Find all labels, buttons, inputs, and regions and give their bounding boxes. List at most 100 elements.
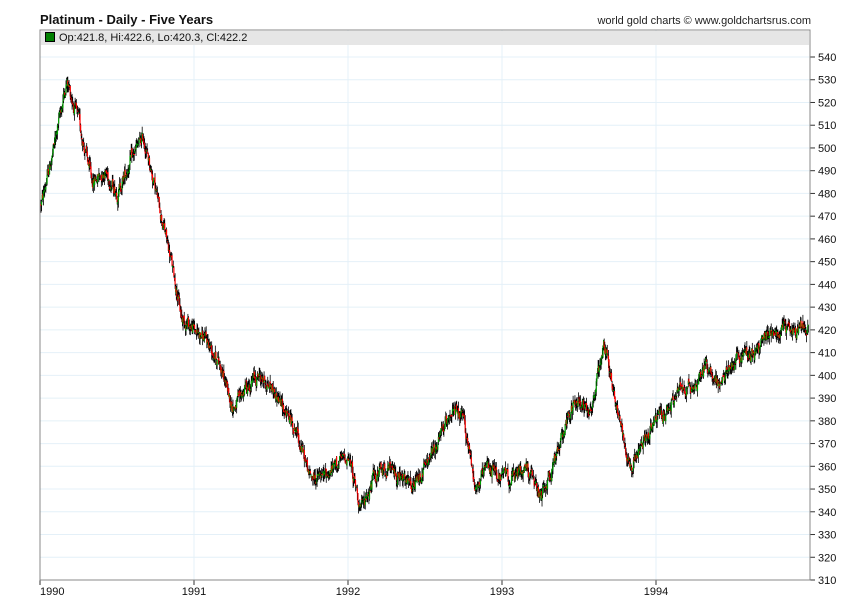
y-tick-label: 480 xyxy=(818,188,836,200)
candle-body xyxy=(161,214,163,221)
candle-body xyxy=(794,327,797,336)
candle-body xyxy=(172,264,174,266)
candle-body xyxy=(524,464,526,467)
candle-body xyxy=(292,422,294,429)
y-tick-label: 410 xyxy=(818,348,836,360)
candle-body xyxy=(559,449,561,451)
y-tick-label: 450 xyxy=(818,257,836,269)
candle-body xyxy=(293,432,295,434)
candle-body xyxy=(171,255,173,266)
candle-body xyxy=(704,365,706,370)
candle-body xyxy=(356,488,358,494)
candle-body xyxy=(773,334,775,336)
plot-frame xyxy=(39,29,811,581)
candle-body xyxy=(596,373,598,382)
candle-body xyxy=(321,474,323,476)
candle-body xyxy=(610,372,613,382)
x-tick-label: 1994 xyxy=(644,586,668,598)
candle-body xyxy=(614,396,616,403)
candle-body xyxy=(342,453,344,455)
candlestick-chart: 310 320 330 340 350 360 370 380 390 400 410 420 430 4… xyxy=(39,29,836,598)
y-tick-label: 420 xyxy=(818,325,836,337)
candle-body xyxy=(236,400,238,408)
x-tick-label: 1991 xyxy=(182,586,206,598)
candles xyxy=(40,76,809,514)
candle-body xyxy=(631,467,633,471)
ohlc-legend: Op:421.8, Hi:422.6, Lo:420.3, Cl:422.2 xyxy=(41,31,809,45)
candle-body xyxy=(657,414,659,416)
candle-body xyxy=(534,484,536,486)
y-tick-label: 370 xyxy=(818,439,836,451)
candle-body xyxy=(685,389,688,396)
candle-body xyxy=(734,364,736,371)
candle-body xyxy=(369,491,371,493)
candle-body xyxy=(173,267,175,277)
candle-body xyxy=(291,417,293,422)
candle-body xyxy=(792,329,794,335)
candle-body xyxy=(471,465,473,468)
candle-body xyxy=(623,434,625,441)
candle-body xyxy=(547,477,549,479)
y-tick-label: 540 xyxy=(818,52,836,64)
candle-body xyxy=(184,323,186,325)
x-tick-label: 1992 xyxy=(336,586,360,598)
candle-body xyxy=(546,479,549,489)
y-tick-label: 330 xyxy=(818,530,836,542)
candle-body xyxy=(687,386,689,389)
y-tick-label: 400 xyxy=(818,370,836,382)
candle-body xyxy=(46,174,48,184)
candle-body xyxy=(768,335,770,338)
ohlc-legend-text: Op:421.8, Hi:422.6, Lo:420.3, Cl:422.2 xyxy=(59,32,248,44)
candle-body xyxy=(673,401,675,405)
candle-body xyxy=(130,155,132,158)
candle-body xyxy=(200,332,202,336)
candle-body xyxy=(676,395,678,397)
candle-body xyxy=(496,472,498,480)
candle-body xyxy=(807,324,809,326)
candle-body xyxy=(542,487,544,496)
y-tick-label: 500 xyxy=(818,143,836,155)
y-tick-label: 390 xyxy=(818,393,836,405)
candle-body xyxy=(509,485,511,487)
candle-body xyxy=(531,470,533,476)
candle-body xyxy=(215,351,217,360)
candle-body xyxy=(133,154,135,156)
y-tick-label: 340 xyxy=(818,507,836,519)
x-tick-label: 1990 xyxy=(40,586,64,598)
candle-body xyxy=(619,416,621,420)
candle-body xyxy=(138,139,140,143)
y-tick-label: 350 xyxy=(818,484,836,496)
candle-body xyxy=(45,186,47,190)
up-color-swatch-icon xyxy=(45,32,55,42)
candle-body xyxy=(216,359,218,366)
candle-body xyxy=(194,324,196,329)
y-tick-label: 380 xyxy=(818,416,836,428)
candle-body xyxy=(752,351,755,354)
y-tick-label: 310 xyxy=(818,575,836,587)
candle-body xyxy=(309,470,312,474)
candle-body xyxy=(468,445,471,450)
candle-body xyxy=(564,423,566,434)
candle-body xyxy=(310,475,312,477)
candle-body xyxy=(367,495,369,497)
y-tick-label: 360 xyxy=(818,461,836,473)
x-tick-label: 1993 xyxy=(490,586,514,598)
candle-body xyxy=(346,459,348,466)
candle-body xyxy=(735,353,738,359)
candle-body xyxy=(672,396,674,400)
y-tick-label: 460 xyxy=(818,234,836,246)
candle-body xyxy=(273,388,276,393)
candle-body xyxy=(560,433,562,442)
candle-body xyxy=(453,408,455,411)
y-tick-label: 430 xyxy=(818,302,836,314)
candle-body xyxy=(696,384,699,392)
y-tick-label: 520 xyxy=(818,97,836,109)
y-tick-label: 470 xyxy=(818,211,836,223)
y-tick-label: 530 xyxy=(818,75,836,87)
candle-body xyxy=(670,401,672,412)
candle-body xyxy=(588,412,591,415)
candle-body xyxy=(454,408,457,415)
candle-body xyxy=(354,476,356,480)
y-tick-label: 490 xyxy=(818,166,836,178)
candle-body xyxy=(606,349,608,354)
